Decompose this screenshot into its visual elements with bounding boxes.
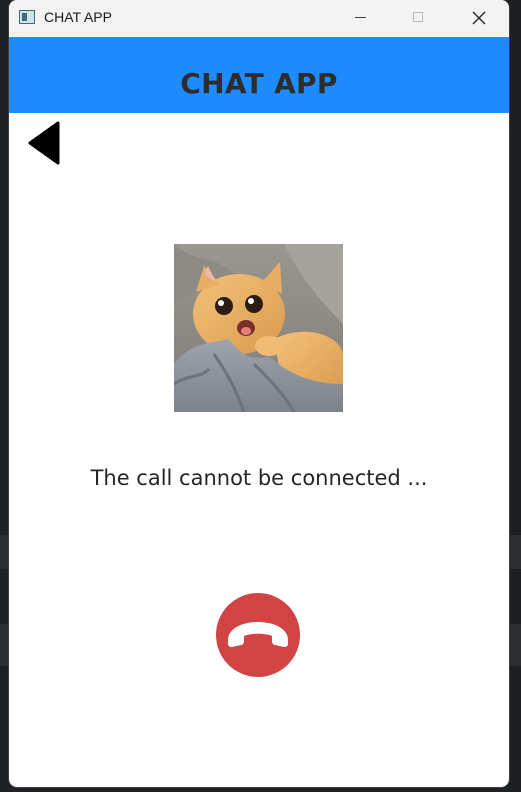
phone-hangup-icon bbox=[228, 622, 288, 647]
app-header: CHAT APP bbox=[9, 37, 509, 113]
cat-photo bbox=[174, 244, 343, 412]
contact-avatar bbox=[174, 244, 343, 412]
minimize-button[interactable] bbox=[331, 0, 389, 36]
app-window: CHAT APP CHAT APP The call cannot be con… bbox=[9, 0, 509, 787]
end-call-button[interactable] bbox=[216, 593, 300, 677]
minimize-icon bbox=[355, 17, 366, 18]
window-titlebar[interactable]: CHAT APP bbox=[9, 0, 509, 36]
close-icon bbox=[472, 11, 486, 25]
maximize-icon bbox=[413, 12, 423, 22]
close-button[interactable] bbox=[449, 0, 507, 36]
page-title: CHAT APP bbox=[180, 67, 338, 100]
back-button[interactable] bbox=[27, 120, 61, 166]
maximize-button[interactable] bbox=[389, 0, 447, 36]
call-status-text: The call cannot be connected ... bbox=[90, 466, 428, 490]
app-icon bbox=[19, 10, 35, 24]
background-code-strip bbox=[509, 0, 521, 792]
back-arrow-icon bbox=[28, 121, 60, 165]
window-title: CHAT APP bbox=[44, 9, 112, 25]
